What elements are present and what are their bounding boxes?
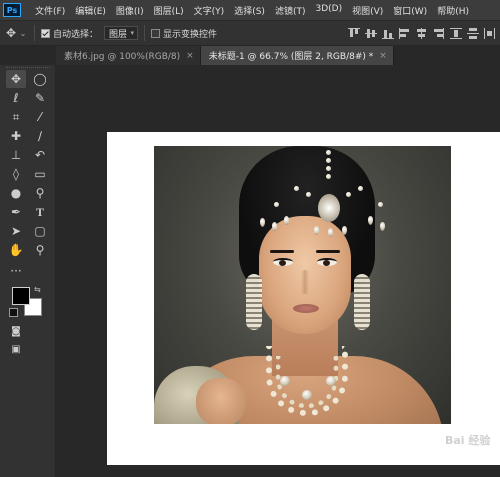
eraser-tool-icon[interactable]: ◊ (6, 165, 26, 183)
tiara-bead (326, 166, 331, 171)
menu-help[interactable]: 帮助(H) (432, 4, 474, 17)
clone-stamp-tool-icon[interactable]: ⊥ (6, 146, 26, 164)
screen-mode-icon[interactable]: ▣ (6, 340, 26, 358)
menu-edit[interactable]: 编辑(E) (70, 4, 111, 17)
divider (34, 25, 35, 41)
move-tool-icon[interactable]: ✥ (6, 70, 26, 88)
dropdown-value: 图层 (109, 29, 128, 40)
lasso-tool-icon[interactable]: ℓ (6, 89, 26, 107)
left-eye (273, 258, 293, 266)
menu-window[interactable]: 窗口(W) (388, 4, 432, 17)
tiara-bead (326, 150, 331, 155)
menu-view[interactable]: 视图(V) (347, 4, 388, 17)
gradient-tool-icon[interactable]: ▭ (30, 165, 50, 183)
lips (293, 304, 319, 313)
nose (301, 270, 309, 294)
eyedropper-tool-icon[interactable]: ⁄ (30, 108, 50, 126)
tiara-bead (378, 202, 383, 207)
distribute-top-icon[interactable] (448, 26, 464, 40)
distribute-vertical-icon[interactable] (465, 26, 481, 40)
quick-mask-icon[interactable]: ◙ (6, 322, 26, 340)
left-eyebrow (270, 250, 294, 253)
menu-items: 文件(F) 编辑(E) 图像(I) 图层(L) 文字(Y) 选择(S) 滤镜(T… (31, 4, 474, 17)
align-right-icon[interactable] (431, 26, 447, 40)
menu-file[interactable]: 文件(F) (31, 4, 70, 17)
history-brush-tool-icon[interactable]: ↶ (30, 146, 50, 164)
right-eyebrow (316, 250, 340, 253)
swap-colors-icon[interactable]: ⇆ (34, 285, 41, 294)
close-icon[interactable]: × (379, 51, 387, 61)
menu-layer[interactable]: 图层(L) (149, 4, 189, 17)
necklace-gem (326, 376, 336, 386)
type-tool-icon[interactable]: T (30, 203, 50, 221)
align-horizontal-center-icon[interactable] (414, 26, 430, 40)
path-select-tool-icon[interactable]: ➤ (6, 222, 26, 240)
auto-select-label: 自动选择： (53, 29, 99, 40)
tools-panel: ✥ ◯ ℓ ✎ ⌗ ⁄ ✚ ∕ ⊥ ↶ ◊ ▭ ● ⚲ ✒ T ➤ ▢ ✋ ⚲ … (0, 65, 56, 477)
options-bar: ✥ ⌄ 自动选择： 图层 ▾ 显示变换控件 (0, 20, 500, 46)
menu-filter[interactable]: 滤镜(T) (270, 4, 311, 17)
auto-select-checkbox[interactable] (41, 28, 50, 38)
canvas-area[interactable]: Bai 经验 (56, 65, 500, 477)
document-tab-bar: 素材6.jpg @ 100%(RGB/8) × 未标题-1 @ 66.7% (图… (56, 46, 500, 65)
tiara-bead (326, 174, 331, 179)
align-bottom-icon[interactable] (380, 26, 396, 40)
menu-image[interactable]: 图像(I) (111, 4, 149, 17)
tab-label: 素材6.jpg @ 100%(RGB/8) (64, 52, 181, 62)
shape-tool-icon[interactable]: ▢ (30, 222, 50, 240)
healing-brush-tool-icon[interactable]: ✚ (6, 127, 26, 145)
tiara-bead (346, 192, 351, 197)
quick-select-tool-icon[interactable]: ✎ (30, 89, 50, 107)
show-transform-controls-label: 显示变换控件 (163, 29, 218, 40)
tiara-pendant (380, 222, 385, 231)
menu-3d[interactable]: 3D(D) (310, 4, 347, 17)
chevron-down-icon: ▾ (130, 29, 135, 37)
right-earring (354, 274, 370, 330)
tiara-center-jewel (318, 194, 340, 222)
watermark-text: Bai 经验 (445, 434, 491, 447)
crop-tool-icon[interactable]: ⌗ (6, 108, 26, 126)
blur-tool-icon[interactable]: ● (6, 184, 26, 202)
align-left-icon[interactable] (397, 26, 413, 40)
close-icon[interactable]: × (186, 51, 194, 61)
default-colors-icon[interactable] (9, 308, 18, 317)
right-eye (317, 258, 337, 266)
foreground-color-swatch[interactable] (12, 287, 30, 305)
hand (196, 378, 246, 424)
move-tool-preset-icon[interactable]: ✥ (4, 26, 18, 40)
distribute-left-icon[interactable] (482, 26, 498, 40)
tiara-bead (358, 186, 363, 191)
tab-material-image[interactable]: 素材6.jpg @ 100%(RGB/8) × (56, 46, 201, 65)
auto-select-target-dropdown[interactable]: 图层 ▾ (104, 26, 139, 40)
menu-type[interactable]: 文字(Y) (189, 4, 230, 17)
dodge-tool-icon[interactable]: ⚲ (30, 184, 50, 202)
brush-tool-icon[interactable]: ∕ (30, 127, 50, 145)
align-vertical-center-icon[interactable] (363, 26, 379, 40)
hand-tool-icon[interactable]: ✋ (6, 241, 26, 259)
zoom-tool-icon[interactable]: ⚲ (30, 241, 50, 259)
align-top-icon[interactable] (346, 26, 362, 40)
more-tools-icon[interactable]: ··· (6, 262, 26, 280)
menu-bar: Ps 文件(F) 编辑(E) 图像(I) 图层(L) 文字(Y) 选择(S) 滤… (0, 0, 500, 20)
show-transform-controls-checkbox[interactable] (151, 28, 161, 38)
photoshop-logo-icon: Ps (3, 3, 21, 17)
chevron-down-icon[interactable]: ⌄ (18, 29, 28, 38)
tab-untitled-document[interactable]: 未标题-1 @ 66.7% (图层 2, RGB/8#) * × (200, 46, 394, 65)
menu-select[interactable]: 选择(S) (229, 4, 270, 17)
marquee-tool-icon[interactable]: ◯ (30, 70, 50, 88)
divider (144, 25, 146, 41)
necklace-gem (302, 390, 312, 400)
tab-label: 未标题-1 @ 66.7% (图层 2, RGB/8#) * (208, 52, 374, 62)
tiara-bead (306, 192, 311, 197)
document-canvas[interactable]: Bai 经验 (107, 132, 500, 465)
pen-tool-icon[interactable]: ✒ (6, 203, 26, 221)
tiara-bead (274, 202, 279, 207)
necklace-gem (280, 376, 290, 386)
tiara-bead (326, 158, 331, 163)
left-earring (246, 274, 262, 330)
align-buttons (345, 26, 498, 40)
portrait-photo-layer[interactable] (154, 146, 451, 424)
tiara-bead (294, 186, 299, 191)
